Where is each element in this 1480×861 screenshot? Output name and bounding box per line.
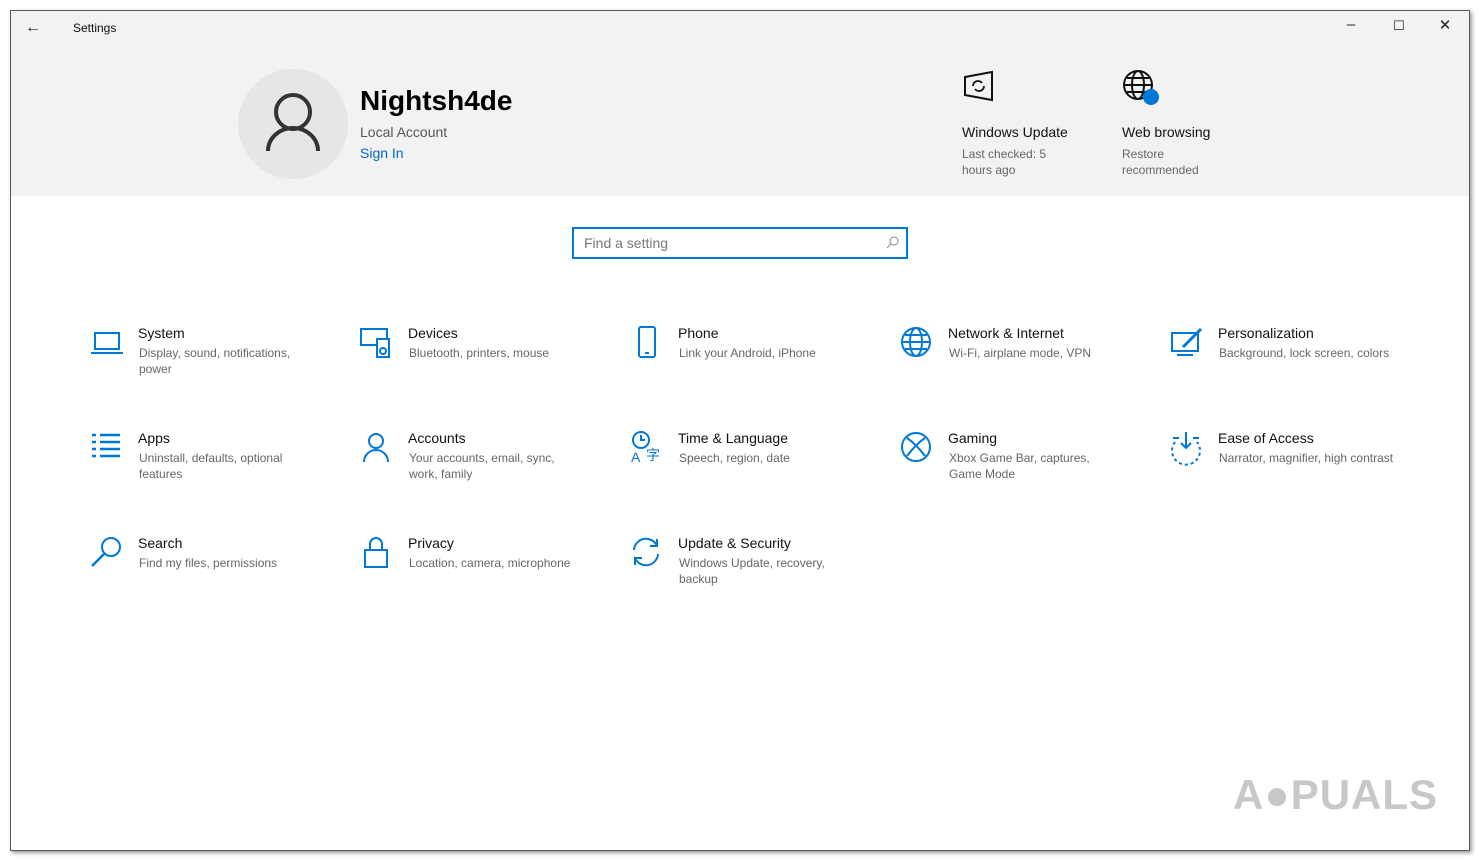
search-icon[interactable] [886,235,900,249]
minimize-button[interactable]: – [1336,16,1366,33]
globe-icon [1123,70,1159,105]
window-title: Settings [73,21,117,35]
account-type: Local Account [360,124,448,140]
category-description: Uninstall, defaults, optional features [139,451,283,481]
category-name: Update & Security [678,535,791,551]
appuals-watermark-logo: A●PUALS [1233,771,1439,818]
category-devices[interactable]: Devices Bluetooth, printers, mouse [359,325,619,405]
sign-in-link[interactable]: Sign In [360,145,404,161]
category-privacy[interactable]: Privacy Location, camera, microphone [359,535,619,615]
category-description: Narrator, magnifier, high contrast [1219,451,1394,465]
category-name: Phone [678,325,719,341]
category-system[interactable]: System Display, sound, notifications, pow… [89,325,349,405]
maximize-button[interactable]: ☐ [1384,18,1414,34]
phone-icon [638,326,656,358]
close-button[interactable]: ✕ [1430,16,1460,34]
category-ease[interactable]: Ease of Access Narrator, magnifier, high … [1169,430,1429,510]
category-name: Gaming [948,430,998,446]
category-description: Display, sound, notifications, power [139,346,291,376]
apps-icon [92,433,120,458]
category-update[interactable]: Update & Security Windows Update, recover… [629,535,889,615]
search-icon [91,537,121,567]
category-personalization[interactable]: Personalization Background, lock screen, … [1169,325,1429,405]
header: ← Settings – ☐ ✕ Nightsh4de Local Accoun… [11,11,1469,196]
gaming-icon [901,432,931,462]
category-name: Ease of Access [1218,430,1314,446]
category-description: Background, lock screen, colors [1219,346,1390,360]
update-icon [633,537,659,567]
category-name: Time & Language [678,430,788,446]
category-description: Windows Update, recovery, backup [679,556,825,586]
category-description: Speech, region, date [679,451,790,465]
search-input[interactable] [574,229,864,257]
devices-icon [360,328,390,358]
svg-text:A: A [631,449,641,465]
settings-window: ← Settings – ☐ ✕ Nightsh4de Local Accoun… [10,10,1470,851]
user-icon [266,93,320,152]
category-description: Location, camera, microphone [409,556,571,570]
avatar[interactable] [238,69,348,179]
tile-subtitle: Last checked: 5 hours ago [962,147,1047,177]
category-description: Wi-Fi, airplane mode, VPN [949,346,1092,360]
accounts-icon [363,433,389,463]
windows-update-icon [964,70,993,102]
category-name: System [138,325,185,341]
category-description: Link your Android, iPhone [679,346,816,360]
category-accounts[interactable]: Accounts Your accounts, email, sync, work… [359,430,619,510]
category-name: Search [138,535,183,551]
personalization-icon [1171,327,1203,356]
category-description: Xbox Game Bar, captures, Game Mode [949,451,1090,481]
category-description: Bluetooth, printers, mouse [409,346,550,360]
ease-icon [1171,432,1201,466]
network-icon [901,327,931,357]
category-name: Privacy [408,535,454,551]
category-search[interactable]: Search Find my files, permissions [89,535,349,615]
category-phone[interactable]: Phone Link your Android, iPhone [629,325,889,405]
category-apps[interactable]: Apps Uninstall, defaults, optional featur… [89,430,349,510]
category-gaming[interactable]: Gaming Xbox Game Bar, captures, Game Mode [899,430,1159,510]
category-time[interactable]: A 字 Time & Language Speech, region, date [629,430,889,510]
category-name: Apps [138,430,170,446]
svg-text:字: 字 [646,447,660,463]
back-arrow-icon[interactable]: ← [25,19,41,37]
time-icon: A字 [631,431,660,465]
user-name: Nightsh4de [360,85,513,116]
category-description: Find my files, permissions [139,556,278,570]
category-name: Network & Internet [948,325,1064,341]
category-name: Accounts [408,430,466,446]
category-name: Devices [408,325,458,341]
tile-subtitle: Restore recommended [1122,147,1199,177]
search-box[interactable] [572,227,908,259]
system-icon [91,332,123,354]
tile-title: Windows Update [962,124,1068,140]
category-description: Your accounts, email, sync, work, family [409,451,555,481]
tile-title: Web browsing [1122,124,1211,140]
category-name: Personalization [1218,325,1314,341]
privacy-icon [364,537,388,568]
category-network[interactable]: Network & Internet Wi-Fi, airplane mode, … [899,325,1159,405]
